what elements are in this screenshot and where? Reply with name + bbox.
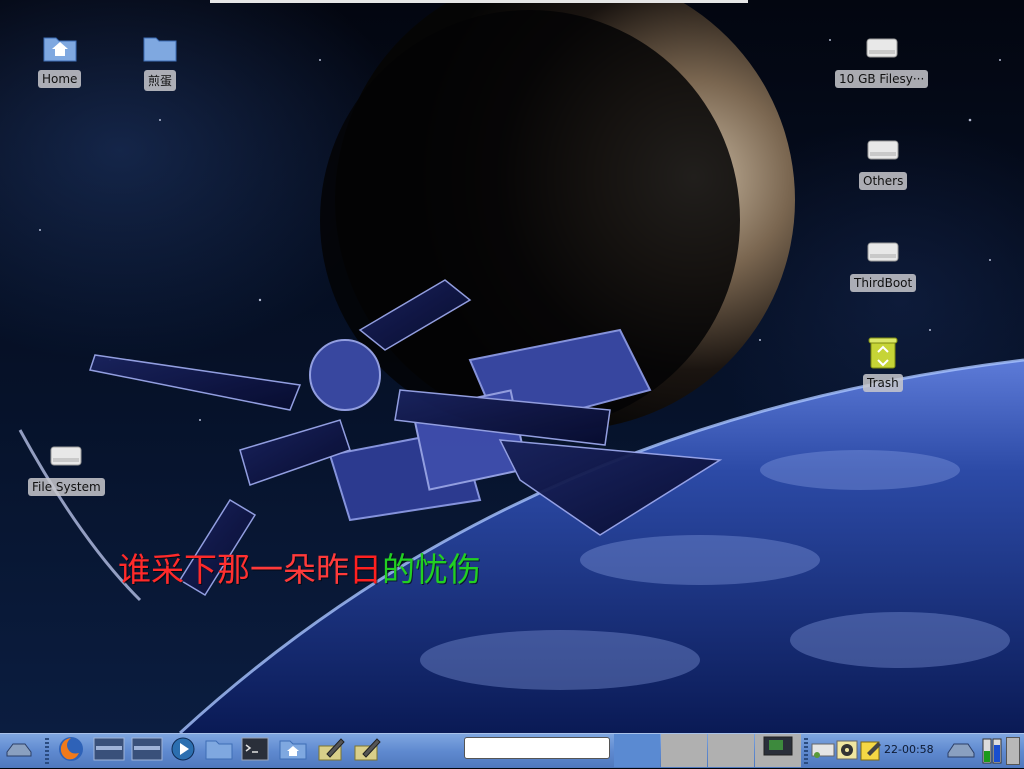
- cpu-monitor-icon[interactable]: [982, 737, 1002, 769]
- cd-icon[interactable]: [836, 740, 858, 764]
- window-switch-button[interactable]: [130, 737, 164, 765]
- poem-char: 那: [217, 550, 250, 589]
- desktop-icon-label: 10 GB Filesy···: [835, 70, 929, 88]
- terminal-icon: [241, 737, 269, 765]
- home-folder-icon: [42, 30, 78, 66]
- desktop-icon-label: ThirdBoot: [850, 274, 917, 292]
- home-folder-launcher[interactable]: [278, 737, 308, 765]
- taskbar-search-input[interactable]: [464, 737, 610, 759]
- taskbar-separator: [804, 738, 808, 764]
- text-editor-launcher[interactable]: [352, 737, 382, 765]
- desktop-icon-label: Others: [859, 172, 908, 190]
- desktop-icon-label: File System: [28, 478, 105, 496]
- terminal-icon: [763, 736, 793, 760]
- desktop-pager-3[interactable]: [708, 734, 754, 767]
- terminal-launcher[interactable]: [240, 737, 270, 765]
- clock[interactable]: 22-00:58: [884, 743, 934, 756]
- taskbar: 22-00:58: [0, 733, 1024, 768]
- notes-icon[interactable]: [860, 739, 882, 765]
- firefox-launcher[interactable]: [56, 737, 86, 765]
- desktop-pager-1[interactable]: [614, 734, 660, 767]
- desktop-icon-folder[interactable]: 煎蛋: [142, 30, 178, 91]
- poem-char: 的: [382, 550, 415, 589]
- drive-icon[interactable]: [946, 741, 976, 763]
- menu-icon: [5, 740, 33, 762]
- desktop-icon-trash[interactable]: Trash: [863, 334, 903, 392]
- file-manager-icon: [205, 738, 233, 764]
- text-editor-icon: [317, 736, 345, 766]
- poem-char: 伤: [448, 550, 481, 589]
- media-player-launcher[interactable]: [168, 737, 198, 765]
- show-desktop-button[interactable]: [1006, 737, 1020, 765]
- desktop-icon-label: Trash: [863, 374, 903, 392]
- text-editor-icon: [353, 736, 381, 766]
- drive-icon: [865, 234, 901, 270]
- desktop-icon-home[interactable]: Home: [38, 30, 82, 88]
- media-player-icon: [170, 736, 196, 766]
- drive-icon: [864, 30, 900, 66]
- desktop-icon-others[interactable]: Others: [859, 132, 908, 190]
- drive-icon: [48, 438, 84, 474]
- poem-char: 忧: [415, 550, 448, 589]
- desktop-icon-label: 煎蛋: [143, 70, 176, 91]
- desktop-icon-file-system[interactable]: File System: [28, 438, 105, 496]
- desktop-icon-label: Home: [38, 70, 82, 88]
- poem-char: 一: [250, 550, 283, 589]
- folder-icon: [142, 30, 178, 66]
- poem-char: 昨: [316, 550, 349, 589]
- file-manager-launcher[interactable]: [204, 737, 234, 765]
- drive-icon: [865, 132, 901, 168]
- top-window-strip: [210, 0, 748, 3]
- window-switch-icon: [131, 736, 163, 766]
- menu-button[interactable]: [4, 737, 34, 765]
- trash-icon: [865, 334, 901, 370]
- taskbar-separator: [45, 738, 49, 764]
- desktop-icon-thirdboot[interactable]: ThirdBoot: [850, 234, 917, 292]
- poem-char: 下: [184, 550, 217, 589]
- text-editor-launcher[interactable]: [316, 737, 346, 765]
- firefox-icon: [57, 735, 85, 767]
- window-switch-button[interactable]: [92, 737, 126, 765]
- desktop-pager-4[interactable]: [755, 734, 801, 767]
- desktop-pager-2[interactable]: [661, 734, 707, 767]
- poem-char: 朵: [283, 550, 316, 589]
- poem-char: 日: [349, 550, 382, 589]
- poem-char: 采: [151, 550, 184, 589]
- window-switch-icon: [93, 736, 125, 766]
- poem-char: 谁: [118, 550, 151, 589]
- home-folder-icon: [279, 738, 307, 764]
- desktop-icon-filesystem-10gb[interactable]: 10 GB Filesy···: [835, 30, 929, 88]
- desktop-poem-text: 谁采下那一朵昨日的忧伤: [118, 543, 481, 591]
- network-icon[interactable]: [811, 740, 835, 764]
